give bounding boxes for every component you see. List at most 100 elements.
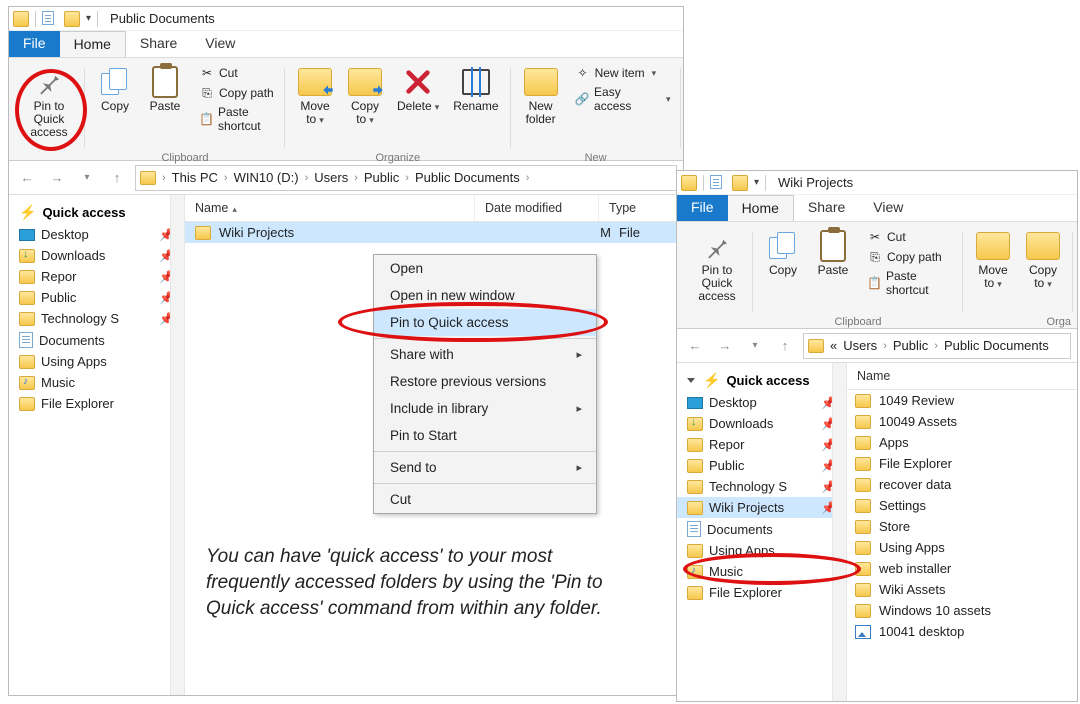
up-button[interactable]: ↑ — [773, 334, 797, 358]
list-item[interactable]: 1049 Review — [847, 390, 1077, 411]
up-button[interactable]: ↑ — [105, 166, 129, 190]
menu-item[interactable]: Restore previous versions — [374, 368, 596, 395]
sidebar-item[interactable]: Downloads📌 — [677, 413, 846, 434]
crumb-overflow[interactable]: « — [826, 338, 841, 353]
menu-item[interactable]: Open in new window — [374, 282, 596, 309]
copy-to-button[interactable]: Copy to — [1019, 228, 1067, 293]
sidebar[interactable]: ⚡Quick access Desktop📌Downloads📌Repor📌Pu… — [677, 363, 847, 701]
tab-file[interactable]: File — [9, 31, 60, 57]
easy-access-button[interactable]: 🔗Easy access — [571, 84, 675, 114]
titlebar[interactable]: ▾ Public Documents — [9, 7, 683, 31]
recent-dropdown[interactable]: ▾ — [743, 334, 767, 358]
sidebar-item[interactable]: Music — [9, 372, 184, 393]
crumb-publicdocs[interactable]: Public Documents — [415, 170, 520, 185]
sidebar[interactable]: ⚡Quick access Desktop📌Downloads📌Repor📌Pu… — [9, 195, 185, 695]
tab-home[interactable]: Home — [60, 31, 126, 57]
paste-shortcut-button[interactable]: 📋Paste shortcut — [863, 268, 957, 298]
menu-item[interactable]: Pin to Start — [374, 422, 596, 449]
list-item[interactable]: web installer — [847, 558, 1077, 579]
breadcrumb[interactable]: « Users› Public› Public Documents — [803, 333, 1071, 359]
col-type[interactable]: Type — [599, 195, 683, 221]
sidebar-item[interactable]: Technology S📌 — [9, 308, 184, 329]
tab-view[interactable]: View — [191, 31, 249, 57]
new-folder-icon[interactable] — [64, 11, 80, 27]
cut-button[interactable]: ✂Cut — [863, 228, 957, 246]
list-item[interactable]: recover data — [847, 474, 1077, 495]
paste-shortcut-button[interactable]: 📋Paste shortcut — [195, 104, 279, 134]
list-item[interactable]: 10041 desktop — [847, 621, 1077, 642]
breadcrumb[interactable]: › This PC› WIN10 (D:)› Users› Public› Pu… — [135, 165, 677, 191]
menu-item[interactable]: Open — [374, 255, 596, 282]
sidebar-item[interactable]: Downloads📌 — [9, 245, 184, 266]
sidebar-item[interactable]: Desktop📌 — [9, 224, 184, 245]
col-date[interactable]: Date modified — [475, 195, 599, 221]
context-menu[interactable]: OpenOpen in new windowPin to Quick acces… — [373, 254, 597, 514]
sidebar-item[interactable]: Documents — [677, 518, 846, 540]
move-to-button[interactable]: Move to — [291, 64, 339, 129]
forward-button[interactable]: → — [45, 166, 69, 190]
col-name[interactable]: Name — [847, 363, 1077, 390]
tab-share[interactable]: Share — [126, 31, 191, 57]
sidebar-item[interactable]: File Explorer — [9, 393, 184, 414]
sidebar-item[interactable]: Repor📌 — [677, 434, 846, 455]
list-item[interactable]: Using Apps — [847, 537, 1077, 558]
recent-dropdown[interactable]: ▾ — [75, 166, 99, 190]
copy-to-button[interactable]: Copy to — [341, 64, 389, 129]
crumb-users[interactable]: Users — [843, 338, 877, 353]
pin-to-quick-access-button[interactable]: Pin to Quick access — [19, 64, 79, 141]
tab-share[interactable]: Share — [794, 195, 859, 221]
new-folder-button[interactable]: New folder — [517, 64, 565, 128]
qat-dropdown-icon[interactable]: ▾ — [86, 13, 91, 24]
back-button[interactable]: ← — [15, 166, 39, 190]
sidebar-item[interactable]: File Explorer — [677, 582, 846, 603]
crumb-public[interactable]: Public — [893, 338, 928, 353]
file-list[interactable]: Name 1049 Review10049 AssetsAppsFile Exp… — [847, 363, 1077, 701]
crumb-public[interactable]: Public — [364, 170, 399, 185]
crumb-publicdocs[interactable]: Public Documents — [944, 338, 1049, 353]
copy-path-button[interactable]: ⎘Copy path — [195, 84, 279, 102]
sidebar-item[interactable]: Public📌 — [9, 287, 184, 308]
delete-button[interactable]: Delete — [391, 64, 445, 129]
crumb-thispc[interactable]: This PC — [172, 170, 218, 185]
col-name[interactable]: Name — [185, 195, 475, 221]
quick-access-header[interactable]: ⚡Quick access — [677, 369, 846, 392]
crumb-drive[interactable]: WIN10 (D:) — [234, 170, 299, 185]
sidebar-item[interactable]: Documents — [9, 329, 184, 351]
list-item[interactable]: Wiki Assets — [847, 579, 1077, 600]
sidebar-item[interactable]: Technology S📌 — [677, 476, 846, 497]
forward-button[interactable]: → — [713, 334, 737, 358]
list-item[interactable]: Apps — [847, 432, 1077, 453]
menu-item[interactable]: Pin to Quick access — [374, 309, 596, 336]
rename-button[interactable]: Rename — [447, 64, 504, 129]
sidebar-item[interactable]: Using Apps — [9, 351, 184, 372]
menu-item[interactable]: Include in library — [374, 395, 596, 422]
new-folder-icon[interactable] — [732, 175, 748, 191]
new-item-button[interactable]: ✧New item — [571, 64, 675, 82]
crumb-users[interactable]: Users — [314, 170, 348, 185]
back-button[interactable]: ← — [683, 334, 707, 358]
sidebar-scrollbar[interactable] — [832, 363, 846, 701]
cut-button[interactable]: ✂Cut — [195, 64, 279, 82]
list-item[interactable]: Settings — [847, 495, 1077, 516]
file-row-wiki-projects[interactable]: Wiki Projects M File — [185, 222, 683, 243]
list-item[interactable]: 10049 Assets — [847, 411, 1077, 432]
properties-icon[interactable] — [42, 11, 58, 27]
properties-icon[interactable] — [710, 175, 726, 191]
tab-view[interactable]: View — [859, 195, 917, 221]
paste-button[interactable]: Paste — [141, 64, 189, 134]
move-to-button[interactable]: Move to — [969, 228, 1017, 293]
sidebar-item[interactable]: Public📌 — [677, 455, 846, 476]
sidebar-item[interactable]: Desktop📌 — [677, 392, 846, 413]
sidebar-scrollbar[interactable] — [170, 195, 184, 695]
list-item[interactable]: Windows 10 assets — [847, 600, 1077, 621]
copy-button[interactable]: Copy — [91, 64, 139, 134]
sidebar-item[interactable]: Using Apps — [677, 540, 846, 561]
copy-path-button[interactable]: ⎘Copy path — [863, 248, 957, 266]
sidebar-item[interactable]: Repor📌 — [9, 266, 184, 287]
tab-home[interactable]: Home — [728, 195, 794, 221]
menu-item[interactable]: Send to — [374, 454, 596, 481]
tab-file[interactable]: File — [677, 195, 728, 221]
menu-item[interactable]: Share with — [374, 341, 596, 368]
sidebar-item[interactable]: Wiki Projects📌 — [677, 497, 846, 518]
quick-access-header[interactable]: ⚡Quick access — [9, 201, 184, 224]
